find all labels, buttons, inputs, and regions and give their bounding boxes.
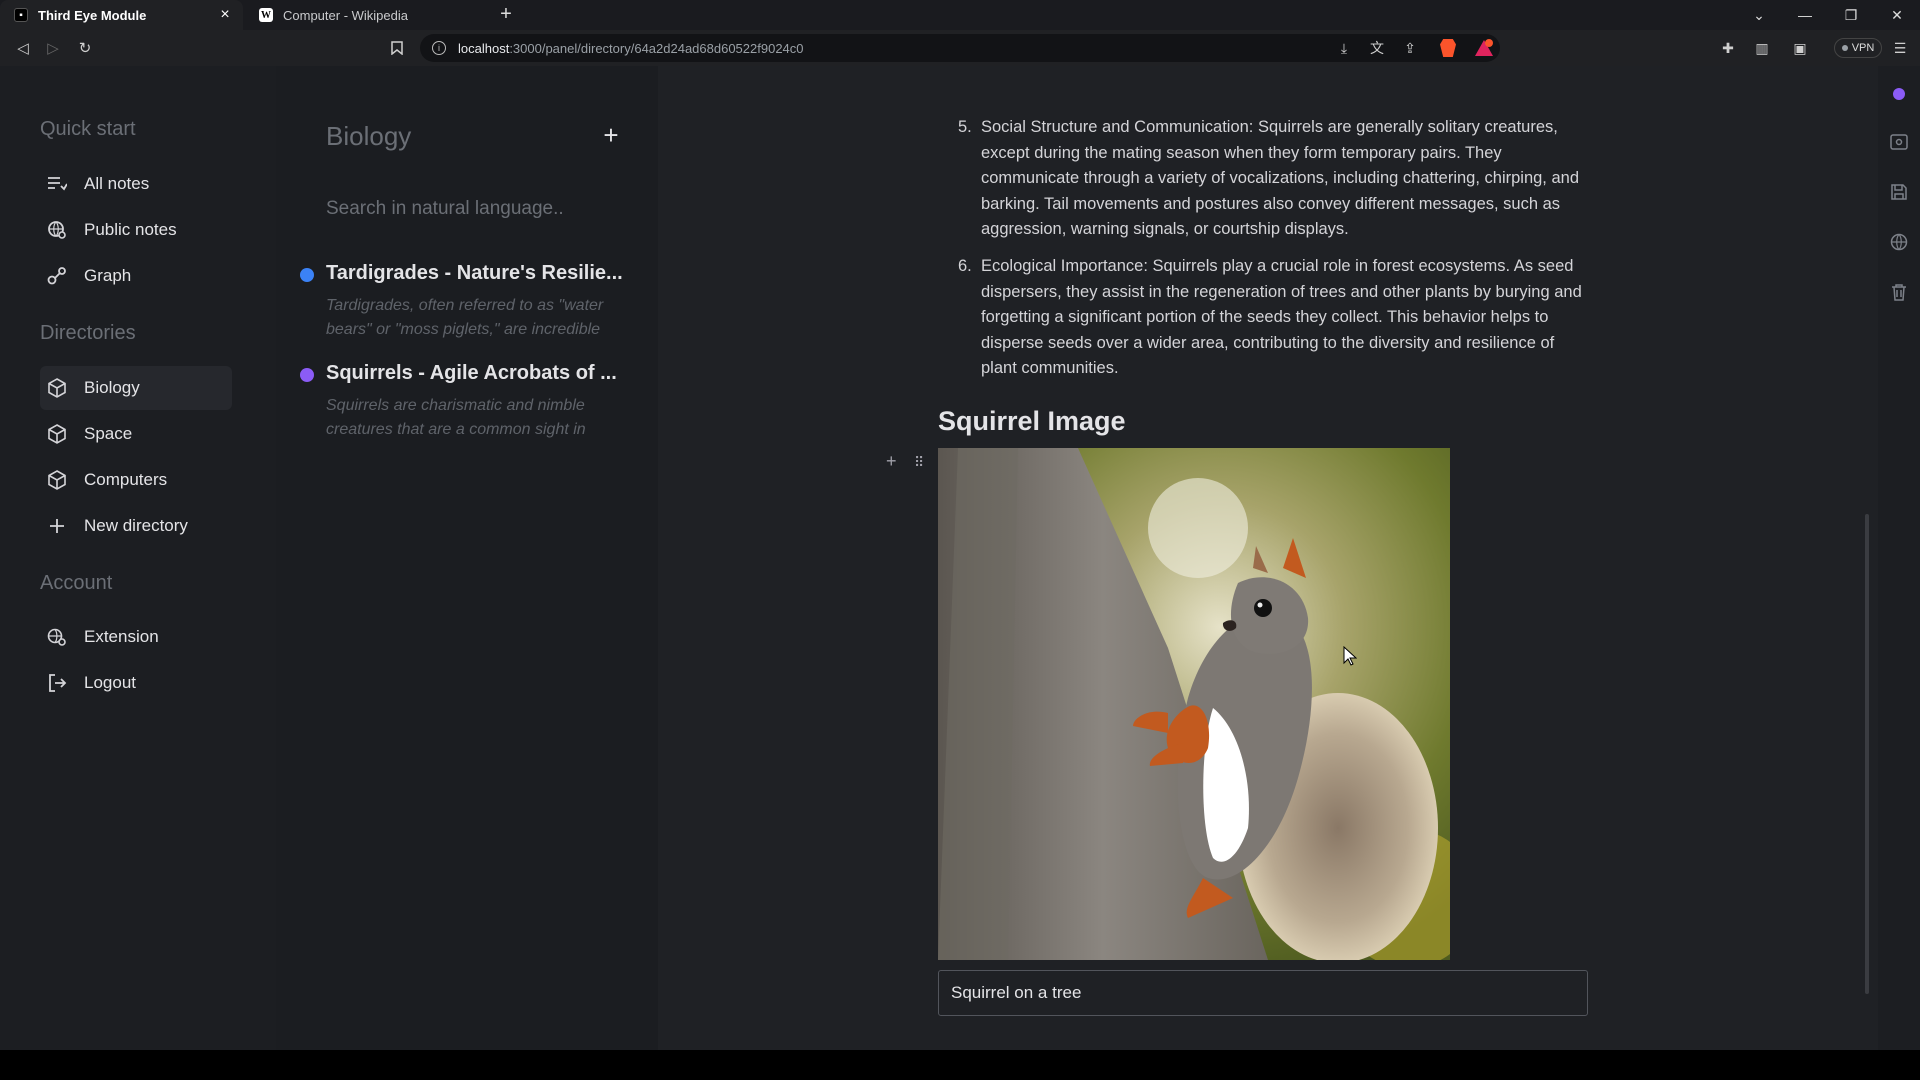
sidebar-item-label: Graph — [84, 266, 132, 285]
bookmark-icon[interactable] — [385, 36, 409, 60]
sidebar-item-public-notes[interactable]: Public notes — [40, 208, 232, 252]
sidebar-toggle-icon[interactable]: ▥ — [1750, 36, 1774, 60]
section-heading[interactable]: Squirrel Image — [938, 406, 1126, 437]
sidebar-item-label: Extension — [84, 627, 159, 646]
notes-panel: Biology + Tardigrades - Nature's Resilie… — [276, 66, 658, 1050]
app-icon: ▪ — [14, 8, 28, 22]
status-dot-icon[interactable] — [1889, 84, 1909, 104]
preview-icon[interactable] — [1889, 132, 1909, 152]
forward-icon[interactable]: ▷ — [42, 37, 64, 59]
tab-title: Third Eye Module — [38, 7, 147, 23]
install-app-icon[interactable]: ⤓ — [1332, 36, 1356, 60]
sidebar-item-label: All notes — [84, 174, 150, 193]
cube-icon — [46, 377, 68, 399]
sidebar-item-label: New directory — [84, 516, 188, 535]
sidebar-item-space[interactable]: Space — [40, 412, 232, 456]
sidebar-item-biology[interactable]: Biology — [40, 366, 232, 410]
sidebar-item-extension[interactable]: Extension — [40, 615, 232, 659]
sidebar-item-label: Computers — [84, 470, 168, 489]
back-icon[interactable]: ◁ — [12, 37, 34, 59]
sidebar-item-label: Biology — [84, 378, 140, 397]
site-info-icon[interactable]: i — [432, 41, 446, 55]
wikipedia-icon: W — [259, 8, 273, 22]
note-color-dot — [300, 268, 314, 282]
save-icon[interactable] — [1889, 182, 1909, 202]
drag-handle-icon[interactable]: ⠿ — [914, 454, 924, 471]
bottom-strip — [0, 1050, 1920, 1080]
sidebar-item-label: Logout — [84, 673, 136, 692]
tab-title: Computer - Wikipedia — [283, 7, 408, 23]
reload-icon[interactable]: ↻ — [74, 37, 96, 59]
directory-title: Biology — [326, 121, 412, 151]
search-input[interactable] — [326, 198, 626, 220]
minimize-icon[interactable]: — — [1782, 0, 1828, 30]
sidebar: Quick start All notes Public notes Graph… — [0, 66, 276, 1050]
tab-computer-wikipedia[interactable]: W Computer - Wikipedia — [245, 0, 480, 30]
note-item-squirrels[interactable]: Squirrels - Agile Acrobats of ... Squirr… — [292, 362, 652, 452]
tab-search-icon[interactable]: ⌄ — [1736, 0, 1782, 30]
note-excerpt: Tardigrades, often referred to as "water… — [326, 297, 604, 338]
note-title: Tardigrades - Nature's Resilie... — [326, 262, 623, 284]
mouse-cursor-icon — [1343, 646, 1357, 666]
menu-icon[interactable]: ☰ — [1888, 36, 1912, 60]
browser-tab-bar: ▪ Third Eye Module × W Computer - Wikipe… — [0, 0, 1920, 30]
section-quick-start: Quick start — [40, 118, 136, 140]
cube-icon — [46, 423, 68, 445]
sidebar-item-new-directory[interactable]: New directory — [40, 504, 232, 548]
plus-icon — [46, 515, 68, 537]
note-item-tardigrades[interactable]: Tardigrades - Nature's Resilie... Tardig… — [292, 262, 652, 352]
graph-icon — [46, 265, 68, 287]
wallet-icon[interactable]: ▣ — [1788, 36, 1812, 60]
squirrel-image[interactable] — [938, 448, 1450, 960]
trash-icon[interactable] — [1889, 282, 1909, 302]
image-caption-input[interactable] — [938, 970, 1588, 1016]
translate-icon[interactable]: 文 — [1365, 36, 1389, 60]
browser-toolbar: ◁ ▷ ↻ i localhost:3000/panel/directory/6… — [0, 30, 1920, 66]
sidebar-item-logout[interactable]: Logout — [40, 661, 232, 705]
sidebar-item-graph[interactable]: Graph — [40, 254, 232, 298]
extensions-icon[interactable]: ✚ — [1716, 36, 1740, 60]
note-editor[interactable]: 5. Social Structure and Communication: S… — [658, 66, 1878, 1050]
globe-search-icon — [46, 219, 68, 241]
logout-icon — [46, 672, 68, 694]
restore-icon[interactable]: ❐ — [1828, 0, 1874, 30]
globe-icon[interactable] — [1889, 232, 1909, 252]
list-text: Ecological Importance: Squirrels play a … — [981, 257, 1582, 377]
add-note-button[interactable]: + — [596, 120, 626, 151]
tab-third-eye-module[interactable]: ▪ Third Eye Module × — [0, 0, 243, 30]
section-directories: Directories — [40, 322, 136, 344]
sidebar-item-label: Space — [84, 424, 133, 443]
app-root: Quick start All notes Public notes Graph… — [0, 66, 1920, 1050]
new-tab-button[interactable]: + — [494, 3, 518, 26]
url-text: localhost:3000/panel/directory/64a2d24ad… — [458, 40, 804, 56]
sidebar-item-computers[interactable]: Computers — [40, 458, 232, 502]
sidebar-item-label: Public notes — [84, 220, 177, 239]
right-toolbar — [1878, 66, 1920, 1050]
note-title: Squirrels - Agile Acrobats of ... — [326, 362, 617, 384]
share-icon[interactable]: ⇪ — [1398, 36, 1422, 60]
vpn-button[interactable]: VPN — [1834, 38, 1882, 58]
note-excerpt: Squirrels are charismatic and nimble cre… — [326, 397, 586, 438]
window-close-icon[interactable]: ✕ — [1874, 0, 1920, 30]
vpn-status-icon — [1841, 45, 1848, 51]
list-text: Social Structure and Communication: Squi… — [981, 118, 1579, 238]
editor-scrollbar[interactable] — [1865, 514, 1869, 994]
close-icon[interactable]: × — [215, 6, 235, 24]
note-color-dot — [300, 368, 314, 382]
section-account: Account — [40, 572, 113, 594]
cube-icon — [46, 469, 68, 491]
add-block-icon[interactable]: + — [886, 451, 897, 472]
brave-rewards-icon[interactable] — [1472, 36, 1496, 60]
extension-icon — [46, 626, 68, 648]
sidebar-item-all-notes[interactable]: All notes — [40, 162, 232, 206]
list-icon — [46, 173, 68, 195]
